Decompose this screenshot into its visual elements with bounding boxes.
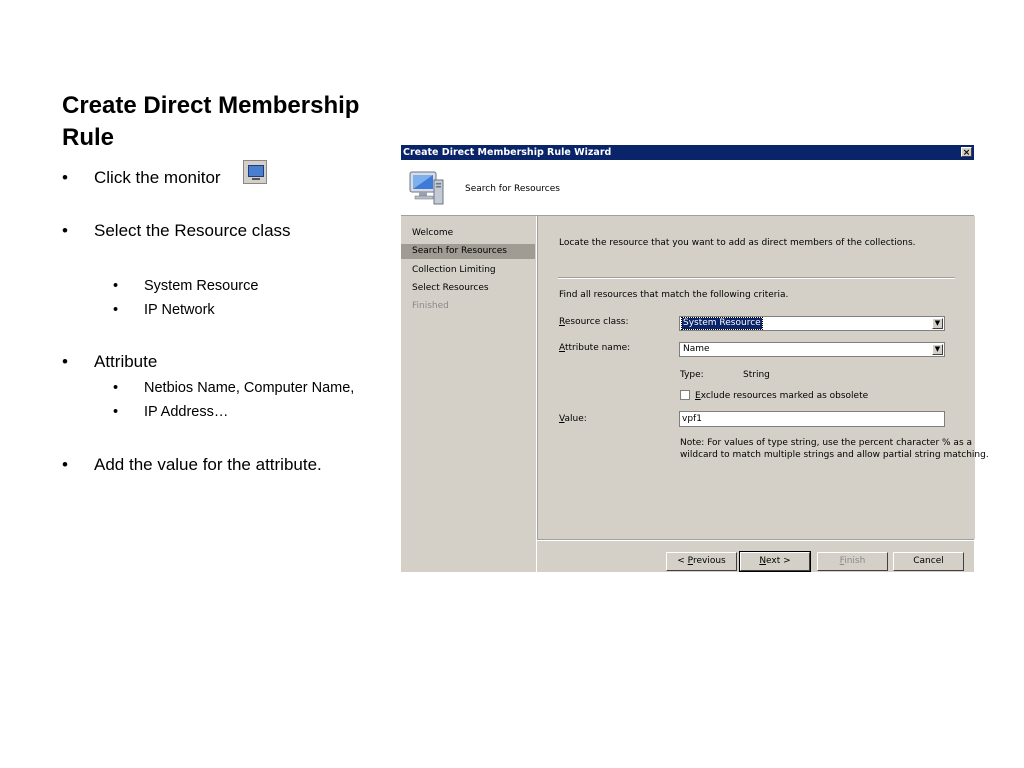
value-label: Value: <box>559 414 587 424</box>
bullet-dot: • <box>113 302 119 318</box>
bullet-dot: • <box>113 380 119 396</box>
monitor-icon <box>243 160 267 184</box>
previous-button[interactable]: < Previous <box>666 552 737 571</box>
wizard-titlebar: Create Direct Membership Rule Wizard × <box>401 145 974 160</box>
bullet-dot: • <box>62 221 68 240</box>
step-collection-limiting[interactable]: Collection Limiting <box>401 263 535 278</box>
attribute-name-select[interactable]: Name ▼ <box>679 342 945 357</box>
resource-class-select[interactable]: System Resource ▼ <box>679 316 945 331</box>
wizard-steps: Welcome Search for Resources Collection … <box>401 216 537 572</box>
computer-icon <box>409 171 444 205</box>
footer-divider <box>537 539 974 541</box>
type-label: Type: <box>680 370 704 380</box>
bullet-text: Click the monitor <box>94 168 221 187</box>
criteria-text: Find all resources that match the follow… <box>559 290 789 300</box>
bullet-text: Add the value for the attribute. <box>94 455 322 474</box>
resource-class-value: System Resource <box>681 317 763 330</box>
close-icon[interactable]: × <box>961 147 972 158</box>
intro-text: Locate the resource that you want to add… <box>559 238 916 248</box>
step-search-for-resources[interactable]: Search for Resources <box>401 244 535 259</box>
wizard-title: Create Direct Membership Rule Wizard <box>403 147 612 158</box>
wizard-header: Search for Resources <box>401 160 974 216</box>
note-line-2: wildcard to match multiple strings and a… <box>680 450 989 460</box>
bullet-dot: • <box>62 168 68 187</box>
content-divider <box>558 277 955 279</box>
header-title: Search for Resources <box>465 184 560 194</box>
value-input-text: vpf1 <box>682 414 702 424</box>
step-finished: Finished <box>412 301 449 311</box>
sub-bullet-text: System Resource <box>144 278 259 294</box>
wizard-window: Create Direct Membership Rule Wizard × S… <box>401 145 989 572</box>
attribute-name-value: Name <box>683 344 710 354</box>
type-value: String <box>743 370 770 380</box>
chevron-down-icon[interactable]: ▼ <box>932 344 943 355</box>
wizard-content: Locate the resource that you want to add… <box>537 216 989 539</box>
bullet-dot: • <box>113 404 119 420</box>
bullet-dot: • <box>62 352 68 371</box>
sub-bullet-text: IP Address… <box>144 404 229 420</box>
step-welcome[interactable]: Welcome <box>401 226 535 241</box>
bullet-text: Select the Resource class <box>94 221 291 240</box>
attribute-name-label: Attribute name: <box>559 343 631 353</box>
resource-class-label: Resource class: <box>559 317 629 327</box>
step-select-resources[interactable]: Select Resources <box>401 281 535 296</box>
exclude-obsolete-checkbox[interactable] <box>680 390 690 400</box>
finish-button: Finish <box>817 552 888 571</box>
chevron-down-icon[interactable]: ▼ <box>932 318 943 329</box>
bullet-dot: • <box>62 455 68 474</box>
bullet-dot: • <box>113 278 119 294</box>
bullet-text: Attribute <box>94 352 158 371</box>
value-input[interactable]: vpf1 <box>679 411 945 427</box>
cancel-button[interactable]: Cancel <box>893 552 964 571</box>
slide-title: Create Direct Membership Rule <box>62 92 360 151</box>
sub-bullet-text: Netbios Name, Computer Name, <box>144 380 355 396</box>
next-button[interactable]: Next > <box>739 551 811 572</box>
sub-bullet-text: IP Network <box>144 302 215 318</box>
exclude-obsolete-label: Exclude resources marked as obsolete <box>695 391 869 401</box>
note-line-1: Note: For values of type string, use the… <box>680 438 973 448</box>
